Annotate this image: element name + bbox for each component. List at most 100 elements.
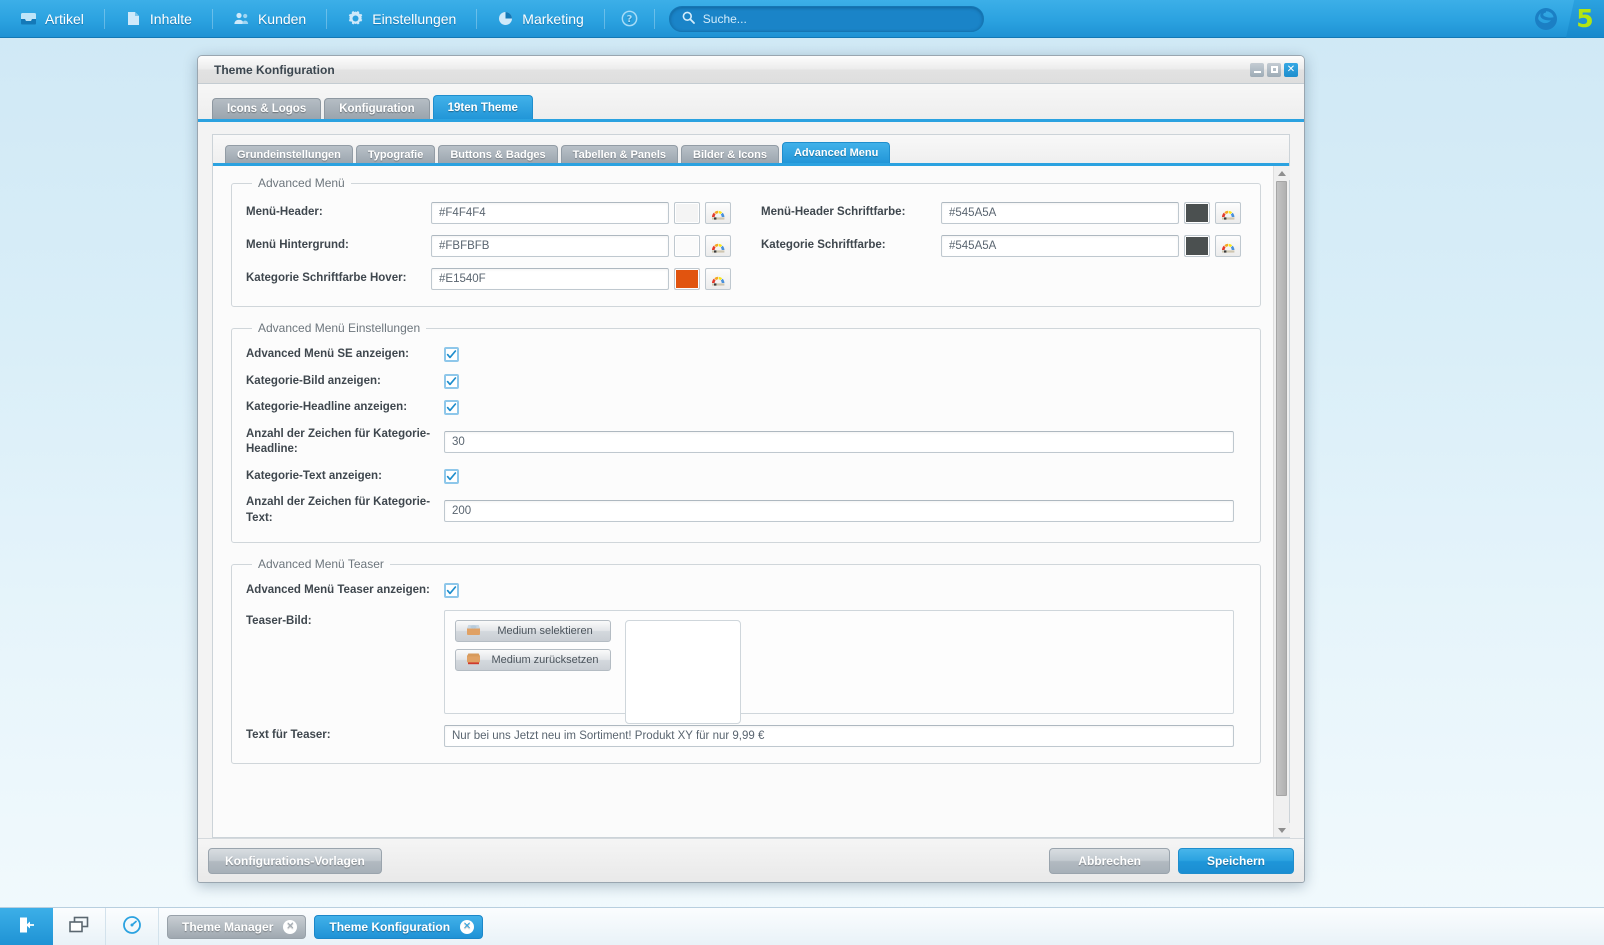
- fieldset-advanced-menu-settings: Advanced Menü Einstellungen Advanced Men…: [231, 321, 1261, 544]
- colorpicker-kategorie-font-color-hover[interactable]: [705, 268, 731, 290]
- media-reset-icon: [466, 652, 481, 668]
- swatch-kategorie-font-color-hover[interactable]: [674, 268, 700, 290]
- tab-konfiguration[interactable]: Konfiguration: [324, 98, 430, 119]
- logout-icon: [17, 915, 37, 938]
- tab-buttons-badges[interactable]: Buttons & Badges: [438, 145, 558, 163]
- nav-item-inhalte[interactable]: Inhalte: [105, 0, 212, 38]
- chevron-down-icon: [1277, 827, 1286, 833]
- top-navigation-bar: Artikel Inhalte Kunden Einstellungen Mar…: [0, 0, 1604, 38]
- label-show-kategorie-text: Kategorie-Text anzeigen:: [246, 469, 382, 482]
- tab-grundeinstellungen[interactable]: Grundeinstellungen: [225, 145, 353, 163]
- checkbox-show-advanced-menu[interactable]: [444, 347, 459, 363]
- chevron-up-icon: [1277, 170, 1286, 176]
- input-menu-background-color[interactable]: [431, 235, 669, 257]
- input-text-char-count[interactable]: [444, 499, 1234, 522]
- reset-media-button[interactable]: Medium zurücksetzen: [455, 648, 611, 671]
- colorpicker-menu-header-font-color[interactable]: [1215, 202, 1241, 224]
- search-input[interactable]: Suche...: [668, 5, 984, 32]
- swatch-menu-header-font-color[interactable]: [1184, 202, 1210, 224]
- close-button[interactable]: ✕: [1284, 62, 1298, 77]
- pie-chart-icon: [497, 10, 514, 27]
- theme-konfiguration-window: Theme Konfiguration ✕ Icons & Logos Konf…: [197, 55, 1305, 883]
- form-row-headline-char-count: Anzahl der Zeichen für Kategorie-Headlin…: [246, 427, 1246, 458]
- scroll-up-button[interactable]: [1273, 166, 1290, 180]
- checkbox-show-kategorie-text[interactable]: [444, 468, 459, 484]
- fieldset-advanced-menu-colors: Advanced Menü Menü-Header: #F4F4F4 Menü-…: [231, 176, 1261, 307]
- taskbar-item-theme-manager[interactable]: Theme Manager ✕: [167, 914, 307, 939]
- save-button[interactable]: Speichern: [1177, 847, 1294, 874]
- inbox-icon: [20, 10, 37, 27]
- color-wheel-icon: [712, 243, 725, 253]
- taskbar-close-theme-manager[interactable]: ✕: [283, 919, 298, 934]
- scroll-region: Advanced Menü Menü-Header: #F4F4F4 Menü-…: [213, 166, 1290, 837]
- checkbox-show-teaser[interactable]: [444, 583, 459, 599]
- windows-cascade-icon: [68, 916, 90, 937]
- taskbar-item-theme-konfiguration[interactable]: Theme Konfiguration ✕: [314, 914, 484, 939]
- swatch-menu-background[interactable]: [674, 235, 700, 257]
- form-row-teaser-image: Teaser-Bild: Medium selektieren Medium z…: [246, 609, 1246, 724]
- tab-tabellen-panels[interactable]: Tabellen & Panels: [560, 145, 678, 163]
- form-row-teaser-text: Text für Teaser:: [246, 724, 1246, 747]
- checkbox-show-kategorie-headline[interactable]: [444, 400, 459, 416]
- help-button[interactable]: ?: [605, 0, 654, 38]
- input-menu-header-font-color[interactable]: [941, 202, 1179, 224]
- form-row-show-kategorie-text: Kategorie-Text anzeigen:: [246, 468, 1246, 485]
- footer-actions: Abbrechen Speichern: [1049, 847, 1294, 874]
- select-media-label: Medium selektieren: [497, 624, 593, 637]
- swatch-menu-header[interactable]: [674, 202, 700, 224]
- taskbar: Theme Manager ✕ Theme Konfiguration ✕: [0, 907, 1604, 945]
- window-titlebar[interactable]: Theme Konfiguration ✕: [198, 56, 1304, 84]
- nav-item-einstellungen[interactable]: Einstellungen: [327, 0, 476, 38]
- nav-item-marketing[interactable]: Marketing: [477, 0, 603, 38]
- vertical-scrollbar[interactable]: [1273, 166, 1290, 837]
- check-icon: [446, 586, 457, 595]
- tab-icons-logos[interactable]: Icons & Logos: [212, 98, 322, 119]
- input-teaser-text[interactable]: [444, 724, 1234, 747]
- fieldset-advanced-menu-teaser: Advanced Menü Teaser Advanced Menü Tease…: [231, 557, 1261, 764]
- logout-button[interactable]: [0, 907, 53, 945]
- tab-advanced-menu[interactable]: Advanced Menu: [781, 142, 891, 163]
- minimize-button[interactable]: [1250, 62, 1264, 77]
- input-kategorie-font-color-hover[interactable]: [431, 268, 669, 290]
- window-body: Grundeinstellungen Typografie Buttons & …: [198, 122, 1304, 838]
- color-wheel-icon: [1222, 210, 1235, 220]
- colorpicker-kategorie-font-color[interactable]: [1215, 235, 1241, 257]
- window-title: Theme Konfiguration: [214, 62, 335, 77]
- select-media-button[interactable]: Medium selektieren: [455, 619, 611, 642]
- nav-item-artikel[interactable]: Artikel: [0, 0, 104, 38]
- cancel-button[interactable]: Abbrechen: [1049, 847, 1170, 874]
- taskbar-close-theme-konfiguration[interactable]: ✕: [460, 919, 475, 934]
- close-icon: ✕: [1286, 63, 1296, 75]
- tab-typografie[interactable]: Typografie: [355, 145, 436, 163]
- konfigurations-vorlagen-button[interactable]: Konfigurations-Vorlagen: [208, 847, 382, 874]
- input-headline-char-count[interactable]: [444, 431, 1234, 454]
- label-menu-background: Menü Hintergrund:: [246, 239, 349, 252]
- check-icon: [446, 471, 457, 481]
- input-kategorie-font-color[interactable]: [941, 235, 1179, 257]
- media-open-icon: [466, 623, 481, 639]
- scroll-down-button[interactable]: [1273, 823, 1290, 837]
- nav-label-marketing: Marketing: [522, 10, 584, 27]
- maximize-button[interactable]: [1267, 62, 1281, 77]
- tab-bilder-icons[interactable]: Bilder & Icons: [681, 145, 779, 163]
- scrollbar-track[interactable]: [1274, 180, 1290, 823]
- nav-item-kunden[interactable]: Kunden: [213, 0, 326, 38]
- form-row-show-kategorie-headline: Kategorie-Headline anzeigen:: [246, 400, 1246, 416]
- window-cascade-button[interactable]: [53, 907, 106, 945]
- label-menu-header: Menü-Header:: [246, 206, 323, 219]
- performance-button[interactable]: [106, 907, 159, 945]
- colorpicker-menu-background[interactable]: [705, 235, 731, 257]
- check-icon: [446, 403, 457, 412]
- input-menu-header-color[interactable]: [431, 202, 669, 224]
- tab-19ten-theme[interactable]: 19ten Theme: [432, 95, 533, 119]
- checkbox-show-kategorie-bild[interactable]: [444, 373, 459, 389]
- label-show-kategorie-bild: Kategorie-Bild anzeigen:: [246, 374, 381, 387]
- label-headline-char-count: Anzahl der Zeichen für Kategorie-Headlin…: [246, 427, 431, 456]
- scrollbar-thumb[interactable]: [1276, 181, 1287, 797]
- check-icon: [446, 350, 457, 359]
- swatch-kategorie-font-color[interactable]: [1184, 235, 1210, 257]
- search-placeholder: Suche...: [702, 11, 747, 26]
- form-row-kategorie-hover: Kategorie Schriftfarbe Hover:: [246, 268, 1246, 290]
- label-show-advanced-menu: Advanced Menü SE anzeigen:: [246, 348, 409, 360]
- colorpicker-menu-header[interactable]: [705, 202, 731, 224]
